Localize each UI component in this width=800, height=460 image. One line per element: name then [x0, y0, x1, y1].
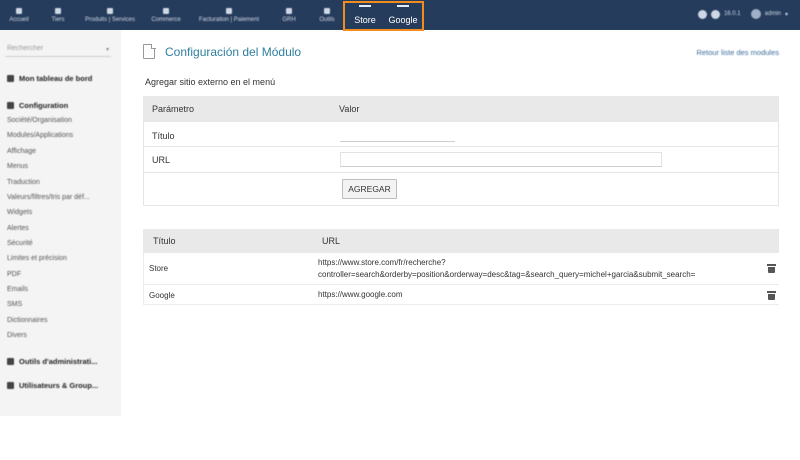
title-input[interactable] [340, 127, 455, 142]
help-icon[interactable] [710, 9, 720, 19]
highlight-box [343, 1, 424, 31]
hrm-icon [286, 7, 292, 14]
page-title: Configuración del Módulo [165, 45, 302, 59]
sidebar-item-limits[interactable]: Limites et précision [7, 255, 67, 262]
sidebar-section-dashboard[interactable]: Mon tableau de bord [7, 74, 92, 83]
sidebar: Rechercher ▾ Mon tableau de bord Configu… [0, 30, 121, 416]
menu-hrm[interactable]: GRH [277, 0, 301, 30]
col-value: Valor [339, 104, 360, 114]
sidebar-section-admin-tools[interactable]: Outils d'administrati... [7, 357, 97, 366]
menu-tools[interactable]: Outils [313, 0, 341, 30]
col-title: Título [153, 236, 176, 246]
sidebar-item-sms[interactable]: SMS [7, 301, 22, 308]
col-url: URL [322, 236, 341, 246]
row-title: Store [149, 264, 169, 273]
table-row: Google https://www.google.com [143, 285, 779, 305]
chevron-down-icon: ▾ [105, 47, 109, 53]
building-icon [55, 7, 61, 14]
admin-tools-icon [7, 358, 14, 365]
menu-billing[interactable]: Facturation | Paiement [189, 0, 269, 30]
sidebar-item-dictionaries[interactable]: Dictionnaires [7, 317, 47, 324]
page-icon [143, 43, 156, 59]
section-subtitle: Agregar sitio externo en el menú [145, 77, 276, 87]
top-navigation-bar: Accueil Tiers Produits | Services Commer… [0, 0, 800, 31]
title-label: Título [152, 131, 175, 141]
form-row-url: URL [143, 146, 779, 172]
sidebar-section-users[interactable]: Utilisateurs & Group... [7, 381, 98, 390]
menu-home[interactable]: Accueil [5, 0, 33, 30]
sidebar-item-misc[interactable]: Divers [7, 332, 27, 339]
avatar[interactable] [750, 9, 761, 19]
row-url: https://www.google.com [318, 290, 403, 299]
table-header: Título URL [143, 229, 779, 253]
sidebar-item-emails[interactable]: Emails [7, 286, 28, 293]
url-label: URL [152, 155, 171, 165]
sidebar-item-menus[interactable]: Menus [7, 163, 28, 170]
form-row-title: Título [143, 121, 779, 146]
sidebar-search-select[interactable]: Rechercher ▾ [5, 41, 111, 57]
sidebar-item-modules[interactable]: Modules/Applications [7, 132, 73, 139]
back-to-modules-link[interactable]: Retour liste des modules [696, 48, 779, 57]
external-sites-table: Título URL Store https://www.store.com/f… [143, 229, 779, 306]
url-input[interactable] [340, 152, 662, 167]
sidebar-item-security[interactable]: Sécurité [7, 240, 33, 247]
user-menu[interactable]: admin [765, 11, 781, 17]
sidebar-item-pdf[interactable]: PDF [7, 271, 21, 278]
menu-products[interactable]: Produits | Services [76, 0, 144, 30]
row-url: https://www.store.com/fr/recherche? cont… [318, 258, 696, 279]
invoice-icon [226, 7, 232, 14]
sidebar-item-default-values[interactable]: Valeurs/filtres/tris par déf... [7, 194, 90, 201]
home-icon [16, 7, 22, 14]
top-right-tools: 16.0.1 admin ▾ [697, 9, 788, 19]
print-icon[interactable] [697, 9, 707, 19]
sidebar-section-configuration[interactable]: Configuration [7, 101, 68, 110]
users-icon [7, 382, 14, 389]
trash-icon[interactable] [767, 264, 776, 273]
menu-commerce[interactable]: Commerce [146, 0, 186, 30]
trash-icon[interactable] [767, 291, 776, 300]
form-header: Parámetro Valor [143, 96, 779, 121]
table-row: Store https://www.store.com/fr/recherche… [143, 253, 779, 285]
sidebar-item-widgets[interactable]: Widgets [7, 209, 32, 216]
dashboard-icon [7, 75, 14, 82]
add-site-form: Parámetro Valor Título URL [143, 96, 779, 206]
chevron-down-icon: ▾ [784, 11, 788, 18]
tools-icon [324, 7, 330, 14]
sidebar-item-alerts[interactable]: Alertes [7, 225, 29, 232]
cube-icon [107, 7, 113, 14]
add-button[interactable]: AGREGAR [342, 179, 397, 199]
sidebar-item-translation[interactable]: Traduction [7, 179, 40, 186]
version-label: 16.0.1 [723, 11, 741, 17]
menu-thirdparties[interactable]: Tiers [44, 0, 72, 30]
form-row-actions [143, 172, 779, 206]
sidebar-item-display[interactable]: Affichage [7, 148, 36, 155]
col-parameter: Parámetro [152, 104, 195, 114]
briefcase-icon [163, 7, 169, 14]
main-content: Configuración del Módulo Retour liste de… [121, 30, 800, 460]
wrench-icon [7, 102, 14, 109]
sidebar-item-company[interactable]: Société/Organisation [7, 117, 72, 124]
row-title: Google [149, 291, 175, 300]
